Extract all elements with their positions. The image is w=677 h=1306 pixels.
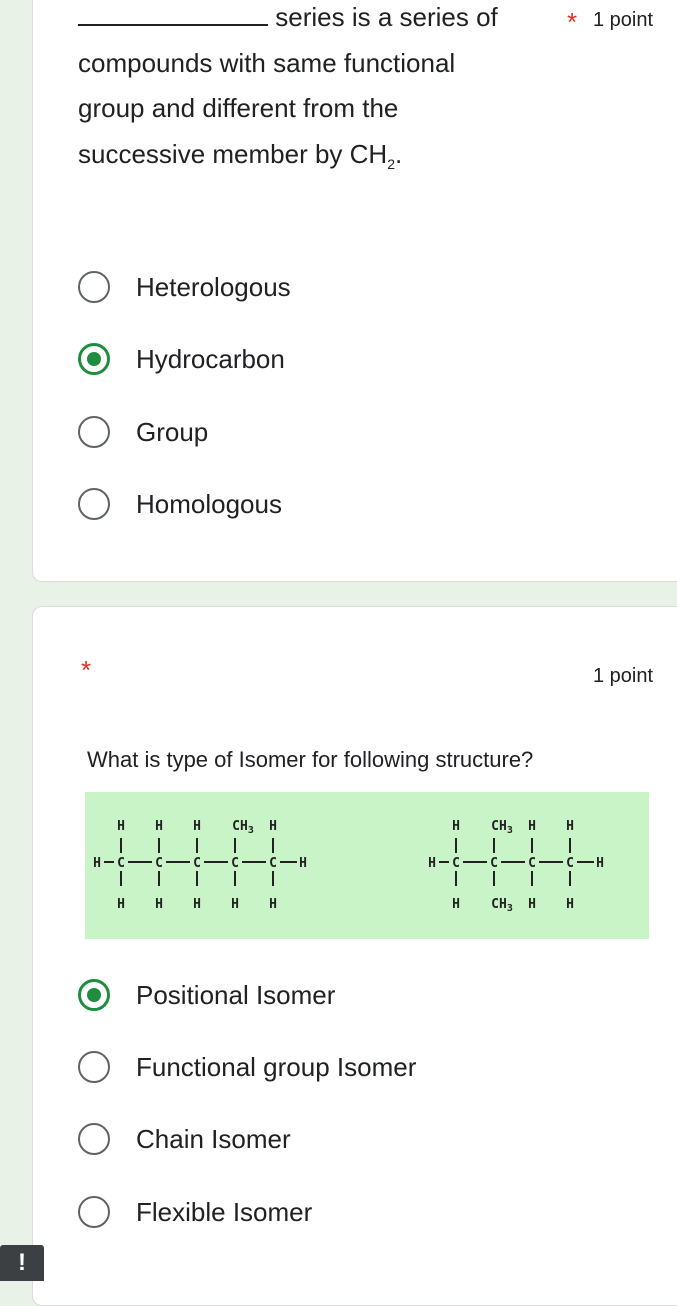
hydrogen-label: H bbox=[428, 856, 436, 871]
methyl-label: CH3 bbox=[491, 897, 513, 914]
carbon-label: C bbox=[490, 856, 498, 871]
carbon-label: C bbox=[528, 856, 536, 871]
hydrogen-label: H bbox=[566, 819, 574, 834]
points-label: 1 point bbox=[593, 9, 654, 31]
hydrogen-label: H bbox=[155, 897, 163, 912]
hydrogen-label: H bbox=[566, 897, 574, 912]
isomer-structure-image: H C H H C H H C H H C CH3 H C H H H H C H H C CH3 CH3 C H H C H H H bbox=[85, 792, 649, 939]
hydrogen-label: H bbox=[117, 897, 125, 912]
radio-button-selected[interactable] bbox=[78, 979, 110, 1011]
carbon-label: C bbox=[117, 856, 125, 871]
structure-diagram: H C H H C H H C H H C CH3 H C H H H H C H H C CH3 CH3 C H H C H H H bbox=[93, 819, 604, 914]
hydrogen-label: H bbox=[231, 897, 239, 912]
hydrogen-label: H bbox=[155, 819, 163, 834]
option-functional-group-isomer[interactable]: Functional group Isomer bbox=[78, 1047, 416, 1087]
option-group[interactable]: Group bbox=[78, 412, 208, 452]
carbon-label: C bbox=[269, 856, 277, 871]
radio-dot-icon bbox=[87, 352, 101, 366]
question-1-line-2: compounds with same functional bbox=[78, 48, 456, 78]
carbon-label: C bbox=[155, 856, 163, 871]
option-hydrocarbon[interactable]: Hydrocarbon bbox=[78, 339, 285, 379]
option-chain-isomer[interactable]: Chain Isomer bbox=[78, 1119, 291, 1159]
question-1-line-3: group and different from the bbox=[78, 93, 399, 123]
hydrogen-label: H bbox=[452, 897, 460, 912]
hydrogen-label: H bbox=[193, 897, 201, 912]
carbon-label: C bbox=[452, 856, 460, 871]
hydrogen-label: H bbox=[93, 856, 101, 871]
hydrogen-label: H bbox=[117, 819, 125, 834]
methyl-label: CH3 bbox=[491, 819, 513, 836]
required-asterisk: * bbox=[567, 7, 578, 37]
required-asterisk: * bbox=[81, 655, 92, 685]
question-1-title: series is a series of bbox=[78, 0, 638, 40]
option-positional-isomer[interactable]: Positional Isomer bbox=[78, 975, 335, 1015]
hydrogen-label: H bbox=[269, 897, 277, 912]
structure-right: H C H H C CH3 CH3 C H H C H H H bbox=[428, 819, 604, 914]
radio-dot-icon bbox=[87, 988, 101, 1002]
option-heterologous[interactable]: Heterologous bbox=[78, 267, 291, 307]
radio-button[interactable] bbox=[78, 1196, 110, 1228]
question-card-1: series is a series of compounds with sam… bbox=[32, 0, 677, 582]
carbon-label: C bbox=[193, 856, 201, 871]
hydrogen-label: H bbox=[269, 819, 277, 834]
option-flexible-isomer[interactable]: Flexible Isomer bbox=[78, 1192, 312, 1232]
carbon-label: C bbox=[566, 856, 574, 871]
hydrogen-label: H bbox=[596, 856, 604, 871]
hydrogen-label: H bbox=[299, 856, 307, 871]
hydrogen-label: H bbox=[452, 819, 460, 834]
radio-button[interactable] bbox=[78, 416, 110, 448]
fill-blank bbox=[78, 24, 268, 26]
hydrogen-label: H bbox=[193, 819, 201, 834]
points-label: 1 point bbox=[593, 665, 654, 687]
methyl-label: CH3 bbox=[232, 819, 254, 836]
radio-button-selected[interactable] bbox=[78, 343, 110, 375]
radio-button[interactable] bbox=[78, 1051, 110, 1083]
question-1-line-4: successive member by CH2. bbox=[78, 139, 403, 173]
radio-button[interactable] bbox=[78, 1123, 110, 1155]
hydrogen-label: H bbox=[528, 897, 536, 912]
option-homologous[interactable]: Homologous bbox=[78, 484, 282, 524]
radio-button[interactable] bbox=[78, 271, 110, 303]
question-card-2: * 1 point What is type of Isomer for fol… bbox=[32, 606, 677, 1306]
hydrogen-label: H bbox=[528, 819, 536, 834]
question-2-prompt: What is type of Isomer for following str… bbox=[87, 747, 534, 772]
structure-left: H C H H C H H C H H C CH3 H C H H H bbox=[93, 819, 307, 912]
carbon-label: C bbox=[231, 856, 239, 871]
radio-button[interactable] bbox=[78, 488, 110, 520]
alert-icon[interactable]: ! bbox=[0, 1245, 44, 1281]
